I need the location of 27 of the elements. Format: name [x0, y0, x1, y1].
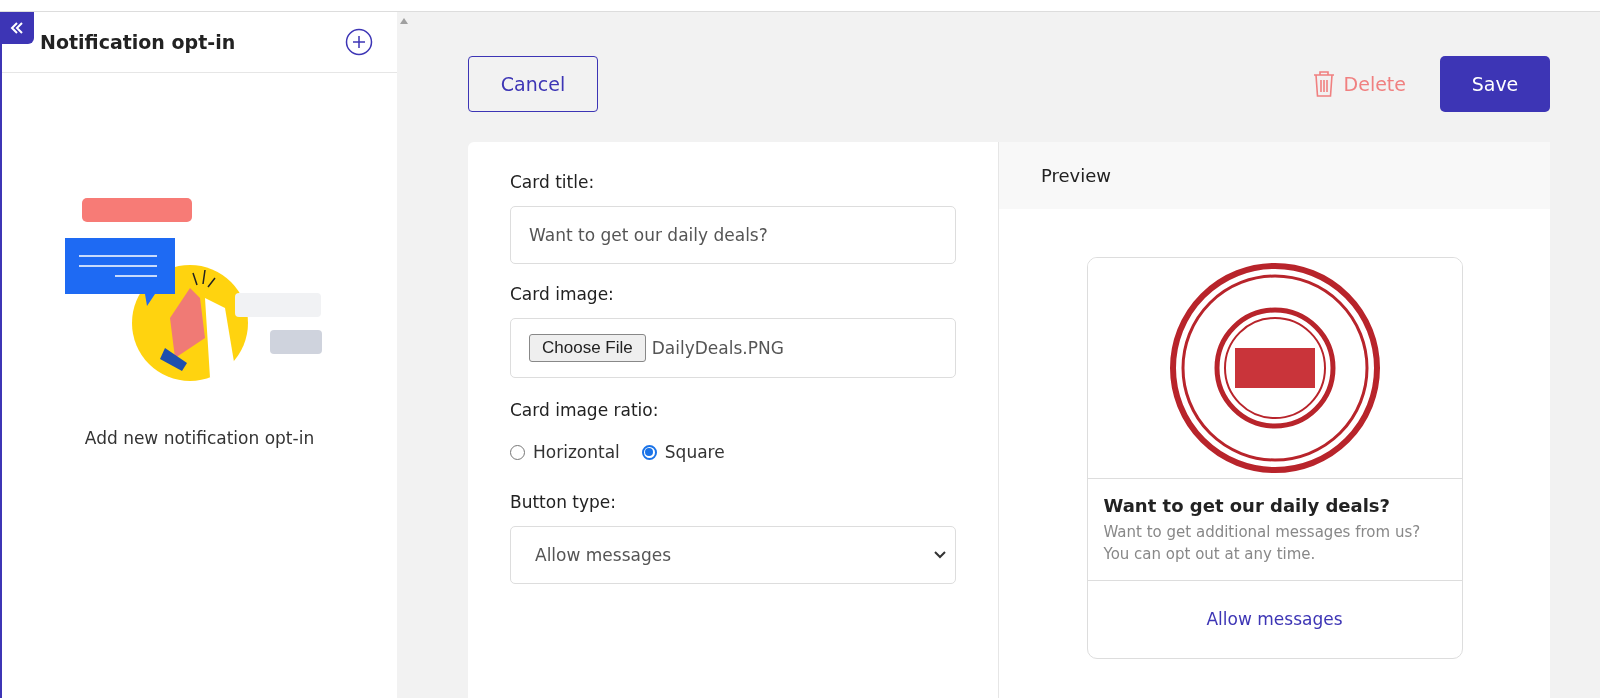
radio-label: Square	[664, 442, 725, 462]
trash-icon	[1311, 70, 1336, 98]
card-title-input[interactable]: Want to get our daily deals?	[510, 206, 956, 264]
preview-header: Preview	[999, 142, 1550, 209]
file-input[interactable]: Choose File DailyDeals.PNG	[510, 318, 956, 378]
add-button[interactable]	[345, 28, 373, 56]
sidebar-title: Notification opt-in	[40, 31, 236, 53]
button-type-select[interactable]: Allow messages	[510, 526, 956, 584]
choose-file-button[interactable]: Choose File	[529, 334, 646, 362]
empty-state-text: Add new notification opt-in	[84, 428, 315, 448]
scroll-up-icon[interactable]	[399, 18, 408, 24]
field-label: Button type:	[510, 492, 618, 512]
field-label: Card image ratio:	[510, 400, 660, 420]
cancel-button[interactable]: Cancel	[468, 56, 598, 112]
allow-messages-button[interactable]: Allow messages	[1087, 579, 1462, 658]
plus-circle-icon	[345, 28, 373, 56]
radio-button[interactable]	[641, 444, 657, 460]
field-label: Card image:	[510, 284, 615, 304]
double-chevron-left-icon	[9, 20, 25, 36]
radio-label: Horizontal	[533, 442, 620, 462]
save-button[interactable]: Save	[1440, 56, 1550, 112]
collapse-button[interactable]	[0, 12, 34, 44]
preview-card-title: Want to get our daily deals?	[1102, 494, 1391, 518]
chevron-down-icon	[933, 550, 947, 560]
preview-card-text: Want to get additional messages from us? You can opt out at any time.	[1102, 522, 1422, 565]
file-name: DailyDeals.PNG	[651, 338, 784, 358]
field-label: Card title:	[510, 172, 596, 192]
